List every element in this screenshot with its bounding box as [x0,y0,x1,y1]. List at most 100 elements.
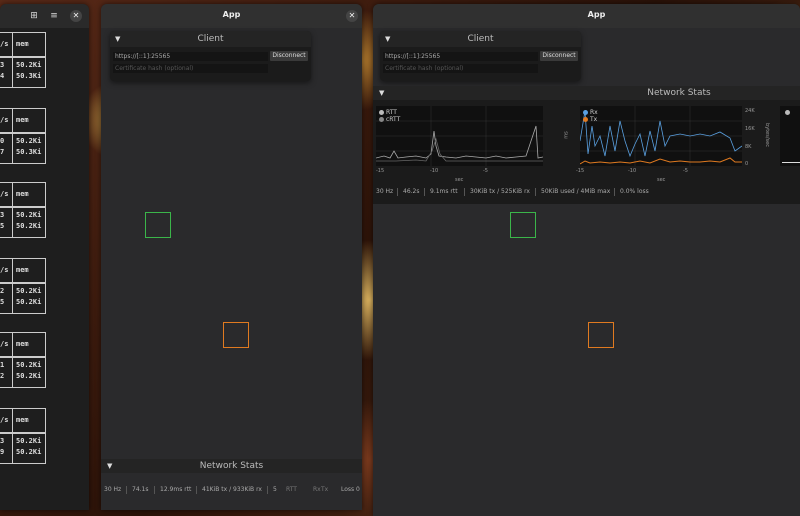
terminal-table: /s mem 0 7 50.2Ki 50.3Ki [0,108,89,168]
rtt-plot-svg [375,106,544,166]
mem-value: 50.3Ki [16,148,42,156]
green-square [510,212,536,238]
cell-value: 0 [0,137,5,145]
col-header: /s [0,416,9,424]
cell-value: 7 [0,148,5,156]
terminal-window: ⊞ ≡ ✕ /s mem 3 4 50.2Ki 50.3Ki/s mem 0 7 50.2Ki 50… [0,4,89,510]
status-loss: 0.0% loss [620,188,649,195]
network-stats-header[interactable]: ▼ Network Stats [373,86,800,100]
status-rtt-overlay: RTT [286,486,297,493]
new-tab-icon[interactable]: ⊞ [28,10,40,22]
orange-square [223,322,249,348]
client-panel-header[interactable]: ▼ Client [380,31,581,47]
rtt-xtick: -5 [483,168,488,174]
mem-value: 50.2Ki [16,137,42,145]
window-title: App [587,10,606,19]
status-hz: 30 Hz [376,188,394,195]
rx-ytick: 8K [745,144,752,150]
status-rtt: 9.1ms rtt [430,188,458,195]
client-panel-title: Client [467,34,494,44]
rx-ytick: 0 [745,161,749,167]
col-header-mem: mem [16,266,29,274]
legend-tx: Tx [590,116,598,123]
rtt-xlabel: sec [455,177,464,183]
mem-value: 50.2Ki [16,448,42,456]
left-app-titlebar: App ✕ [101,4,362,28]
close-icon[interactable]: ✕ [70,10,82,22]
mem-value: 50.2Ki [16,361,42,369]
certificate-hash-input[interactable]: Certificate hash (optional) [383,64,538,73]
network-stats-header[interactable]: ▼ Network Stats [101,459,362,473]
mem-value: 50.2Ki [16,298,42,306]
status-rx-overlay: Rx [313,486,321,493]
terminal-table: /s mem 1 2 50.2Ki 50.2Ki [0,332,89,392]
col-header: /s [0,190,9,198]
mem-value: 50.2Ki [16,222,42,230]
server-address-input[interactable]: https://[::1]:25565 [113,52,268,61]
status-traffic: 30KiB tx / 525KiB rx [470,188,530,195]
plot-line [782,162,800,163]
rx-ylabel: bytes/sec [763,123,770,147]
col-header-mem: mem [16,190,29,198]
rx-xtick: -10 [628,168,637,174]
mem-value: 50.2Ki [16,372,42,380]
close-icon[interactable]: ✕ [346,10,358,22]
server-address-input[interactable]: https://[::1]:25565 [383,52,538,61]
rx-xtick: -5 [683,168,688,174]
status-uptime: 46.2s [403,188,420,195]
cell-value: 3 [0,437,5,445]
left-status-bar: 30 Hz 74.1s 12.9ms rtt 41KiB tx / 933KiB… [101,482,362,498]
cell-value: 9 [0,448,5,456]
cell-value: 5 [0,298,5,306]
rx-xlabel: sec [657,177,666,183]
status-hz: 30 Hz [104,486,122,493]
col-header: /s [0,340,9,348]
col-header-mem: mem [16,340,29,348]
network-stats-title: Network Stats [199,461,264,471]
rx-tx-plot-svg [579,106,743,166]
green-square [145,212,171,238]
cell-value: 2 [0,372,5,380]
network-stats-panel: ▼ Network Stats RTT cRTT -15 -10 -5 sec [373,86,800,204]
left-app-window: App ✕ ▼ Client https://[::1]:25565 Disco… [101,4,362,510]
mem-value: 50.2Ki [16,437,42,445]
col-header: /s [0,266,9,274]
col-header-mem: mem [16,40,29,48]
mem-value: 50.3Ki [16,72,42,80]
terminal-table: /s mem 3 9 50.2Ki 50.2Ki [0,408,89,468]
cell-value: 4 [0,72,5,80]
legend-rx: Rx [590,109,598,116]
col-header-mem: mem [16,416,29,424]
right-status-bar: 30 Hz 46.2s 9.1ms rtt 30KiB tx / 525KiB … [373,184,800,200]
rtt-xtick: -15 [376,168,385,174]
cell-value: 3 [0,211,5,219]
status-loss-value: 0 [356,486,360,493]
rx-tx-legend: Rx Tx [583,109,598,123]
client-panel-header[interactable]: ▼ Client [110,31,311,47]
client-panel: ▼ Client https://[::1]:25565 Disconnect … [380,31,581,81]
legend-dot [785,110,790,115]
status-loss: Loss [341,486,355,493]
menu-icon[interactable]: ≡ [48,10,60,22]
right-app-titlebar: App [373,4,800,28]
mem-value: 50.2Ki [16,61,42,69]
certificate-hash-input[interactable]: Certificate hash (optional) [113,64,268,73]
col-header: /s [0,116,9,124]
status-uptime: 74.1s [132,486,149,493]
col-header: /s [0,40,9,48]
rtt-plot[interactable]: RTT cRTT [375,106,544,166]
third-plot[interactable] [780,106,800,166]
rx-tx-plot[interactable]: Rx Tx [579,106,743,166]
terminal-table: /s mem 3 4 50.2Ki 50.3Ki [0,32,89,92]
terminal-table: /s mem 2 5 50.2Ki 50.2Ki [0,258,89,318]
disconnect-button[interactable]: Disconnect [540,51,578,61]
status-traffic: 41KiB tx / 933KiB rx [202,486,262,493]
terminal-titlebar: ⊞ ≡ ✕ [0,4,89,28]
mem-value: 50.2Ki [16,287,42,295]
rx-ytick: 16K [745,126,755,132]
status-memory: 5 [273,486,277,493]
right-app-window: App ▼ Client https://[::1]:25565 Disconn… [373,4,800,516]
window-title: App [222,10,241,19]
client-panel: ▼ Client https://[::1]:25565 Disconnect … [110,31,311,81]
disconnect-button[interactable]: Disconnect [270,51,308,61]
